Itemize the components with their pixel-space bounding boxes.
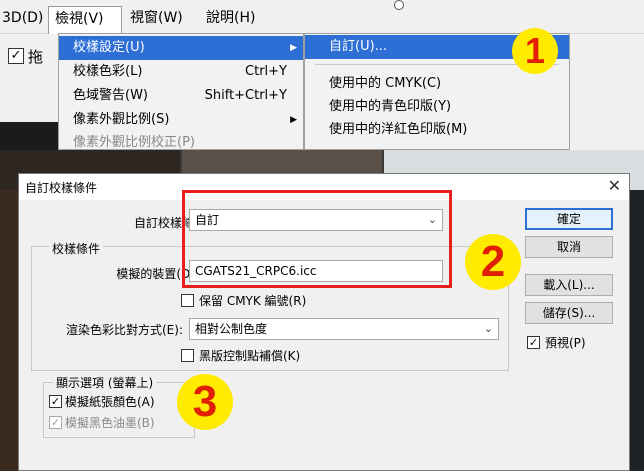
preview-checkbox[interactable]: ✓: [527, 336, 540, 349]
simulate-ink-label: 模擬黑色油墨(B): [65, 416, 155, 430]
menu-item-label: 校樣色彩(L): [73, 64, 143, 79]
options-label-fragment: 拖: [28, 48, 44, 66]
simulate-paper-checkbox[interactable]: ✓: [49, 395, 62, 408]
menu-item-label: 像素外觀比例(S): [73, 112, 170, 127]
submenu-item-working-magenta[interactable]: 使用中的洋紅色印版(M): [305, 118, 569, 142]
panel-background: [570, 34, 644, 150]
black-point-checkbox[interactable]: [181, 349, 194, 362]
rendering-intent-label: 渲染色彩比對方式(E):: [66, 323, 183, 337]
annotation-highlight-box: [182, 190, 452, 288]
group-title: 校樣條件: [49, 240, 104, 257]
photo-tile: [0, 190, 20, 471]
menu-3d[interactable]: 3D(D): [0, 6, 49, 30]
menu-view[interactable]: 檢視(V): [48, 6, 122, 34]
menu-screenshot: 3D(D) 檢視(V) 視窗(W) 說明(H) ✓ 拖 校樣設定(U) ▶ 校樣…: [0, 0, 644, 150]
dialog-title: 自訂校樣條件: [25, 181, 98, 195]
submenu-item-working-cyan[interactable]: 使用中的青色印版(Y): [305, 95, 569, 119]
menu-bar: 3D(D) 檢視(V) 視窗(W) 說明(H): [0, 0, 644, 34]
step-badge-2: 2: [465, 234, 521, 290]
preview-label: 預視(P): [545, 336, 586, 350]
view-menu-dropdown: 校樣設定(U) ▶ 校樣色彩(L) Ctrl+Y 色域警告(W) Shift+C…: [58, 33, 304, 150]
save-button[interactable]: 儲存(S)...: [525, 302, 613, 324]
black-point-label: 黑版控制點補償(K): [199, 349, 301, 363]
submenu-item-label: 使用中的洋紅色印版(M): [329, 122, 468, 137]
close-icon[interactable]: ✕: [608, 176, 621, 195]
submenu-arrow-icon: ▶: [290, 43, 297, 53]
menu-window[interactable]: 視窗(W): [124, 6, 189, 30]
ok-button[interactable]: 確定: [525, 208, 613, 230]
menu-item-label: 色域警告(W): [73, 88, 148, 103]
menu-item-gamut-warning[interactable]: 色域警告(W) Shift+Ctrl+Y: [59, 84, 303, 108]
simulate-ink-checkbox[interactable]: ✓: [49, 416, 62, 429]
device-label: 模擬的裝置(D):: [116, 267, 199, 281]
preserve-cmyk-checkbox[interactable]: [181, 294, 194, 307]
preserve-cmyk-label: 保留 CMYK 編號(R): [199, 294, 307, 308]
load-button[interactable]: 載入(L)...: [525, 274, 613, 296]
step-badge-1: 1: [512, 28, 558, 74]
menu-item-pixel-aspect-ratio[interactable]: 像素外觀比例(S) ▶: [59, 108, 303, 132]
simulate-paper-label: 模擬紙張顏色(A): [65, 395, 155, 409]
pin-icon: [394, 0, 404, 10]
submenu-item-label: 自訂(U)...: [329, 39, 388, 54]
menu-help[interactable]: 說明(H): [200, 6, 261, 30]
menu-item-shortcut: Shift+Ctrl+Y: [204, 88, 287, 103]
group-title: 顯示選項 (螢幕上): [53, 374, 157, 391]
menu-item-shortcut: Ctrl+Y: [245, 64, 287, 79]
cancel-button[interactable]: 取消: [525, 236, 613, 258]
custom-proof-dialog: 自訂校樣條件 ✕ 自訂校樣條件(I): 自訂 ⌄ 校樣條件 模擬的裝置(D): …: [18, 173, 630, 471]
menu-item-proof-colors[interactable]: 校樣色彩(L) Ctrl+Y: [59, 60, 303, 84]
select-value: 相對公制色度: [195, 322, 268, 336]
menu-item-label: 校樣設定(U): [73, 40, 145, 55]
options-checkbox[interactable]: ✓: [8, 48, 24, 64]
submenu-arrow-icon: ▶: [290, 115, 297, 125]
rendering-intent-select[interactable]: 相對公制色度 ⌄: [189, 318, 499, 340]
menu-item-label: 像素外觀比例校正(P): [73, 135, 195, 150]
menu-item-pixel-aspect-correction[interactable]: 像素外觀比例校正(P): [59, 131, 303, 150]
menu-item-proof-setup[interactable]: 校樣設定(U) ▶: [59, 36, 303, 60]
submenu-item-label: 使用中的 CMYK(C): [329, 76, 442, 91]
submenu-item-label: 使用中的青色印版(Y): [329, 99, 452, 114]
step-badge-3: 3: [177, 374, 233, 430]
chevron-down-icon: ⌄: [483, 322, 493, 335]
submenu-item-working-cmyk[interactable]: 使用中的 CMYK(C): [305, 72, 569, 96]
canvas-fragment: [0, 122, 60, 150]
